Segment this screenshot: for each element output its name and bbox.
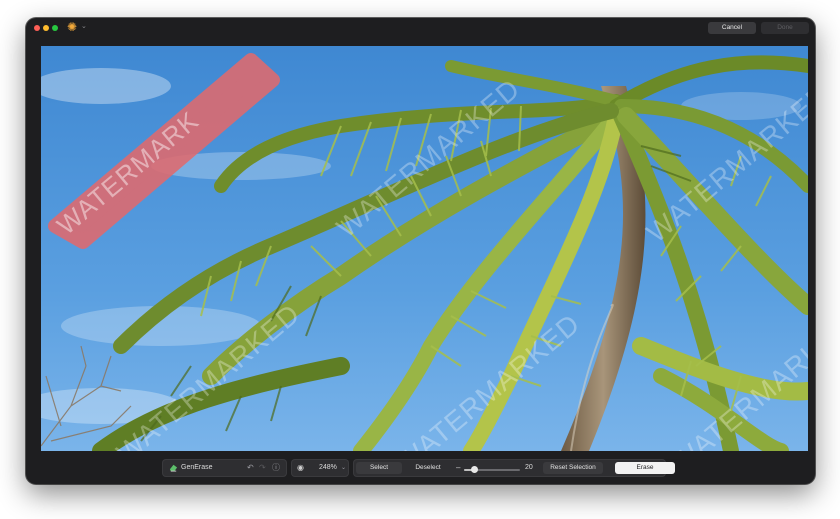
view-segment: ◉ 248% ⌄ (291, 459, 349, 477)
info-icon[interactable]: ⓘ (272, 459, 280, 477)
cancel-button[interactable]: Cancel (708, 22, 756, 34)
palm-photo (41, 46, 808, 451)
editor-window: ✺ ⌄ Cancel Done WATERMARK WATERMARKED WA… (26, 18, 815, 484)
brush-size-slider-knob[interactable] (470, 466, 478, 473)
selection-segment: Select Deselect – 20 Reset Selection Era… (353, 459, 675, 477)
bottom-toolbar: GenErase ↶ ↷ ⓘ ◉ 248% ⌄ Select Deselect … (26, 457, 815, 481)
eraser-icon (169, 464, 178, 472)
minus-icon[interactable]: – (456, 459, 460, 477)
select-button[interactable]: Select (356, 462, 402, 474)
brush-size-value: 20 (525, 464, 533, 471)
done-button[interactable]: Done (761, 22, 809, 34)
title-bar: ✺ ⌄ Cancel Done (26, 18, 815, 38)
tool-name-label: GenErase (181, 464, 213, 471)
zoom-window-icon[interactable] (52, 25, 58, 31)
sparkle-icon[interactable]: ✺ (67, 21, 77, 33)
reset-selection-button[interactable]: Reset Selection (543, 462, 603, 474)
image-canvas[interactable]: WATERMARK WATERMARKED WATERMARKED WATERM… (41, 46, 808, 451)
chevron-down-icon[interactable]: ⌄ (81, 23, 87, 31)
erase-button[interactable]: Erase (615, 462, 675, 474)
close-window-icon[interactable] (34, 25, 40, 31)
zoom-value[interactable]: 248% (319, 459, 337, 477)
redo-icon[interactable]: ↷ (259, 459, 266, 477)
tool-segment: GenErase ↶ ↷ ⓘ (162, 459, 287, 477)
undo-icon[interactable]: ↶ (247, 459, 254, 477)
eye-icon[interactable]: ◉ (297, 459, 304, 477)
minimize-window-icon[interactable] (43, 25, 49, 31)
chevron-down-icon[interactable]: ⌄ (341, 459, 346, 477)
deselect-button[interactable]: Deselect (405, 462, 451, 474)
